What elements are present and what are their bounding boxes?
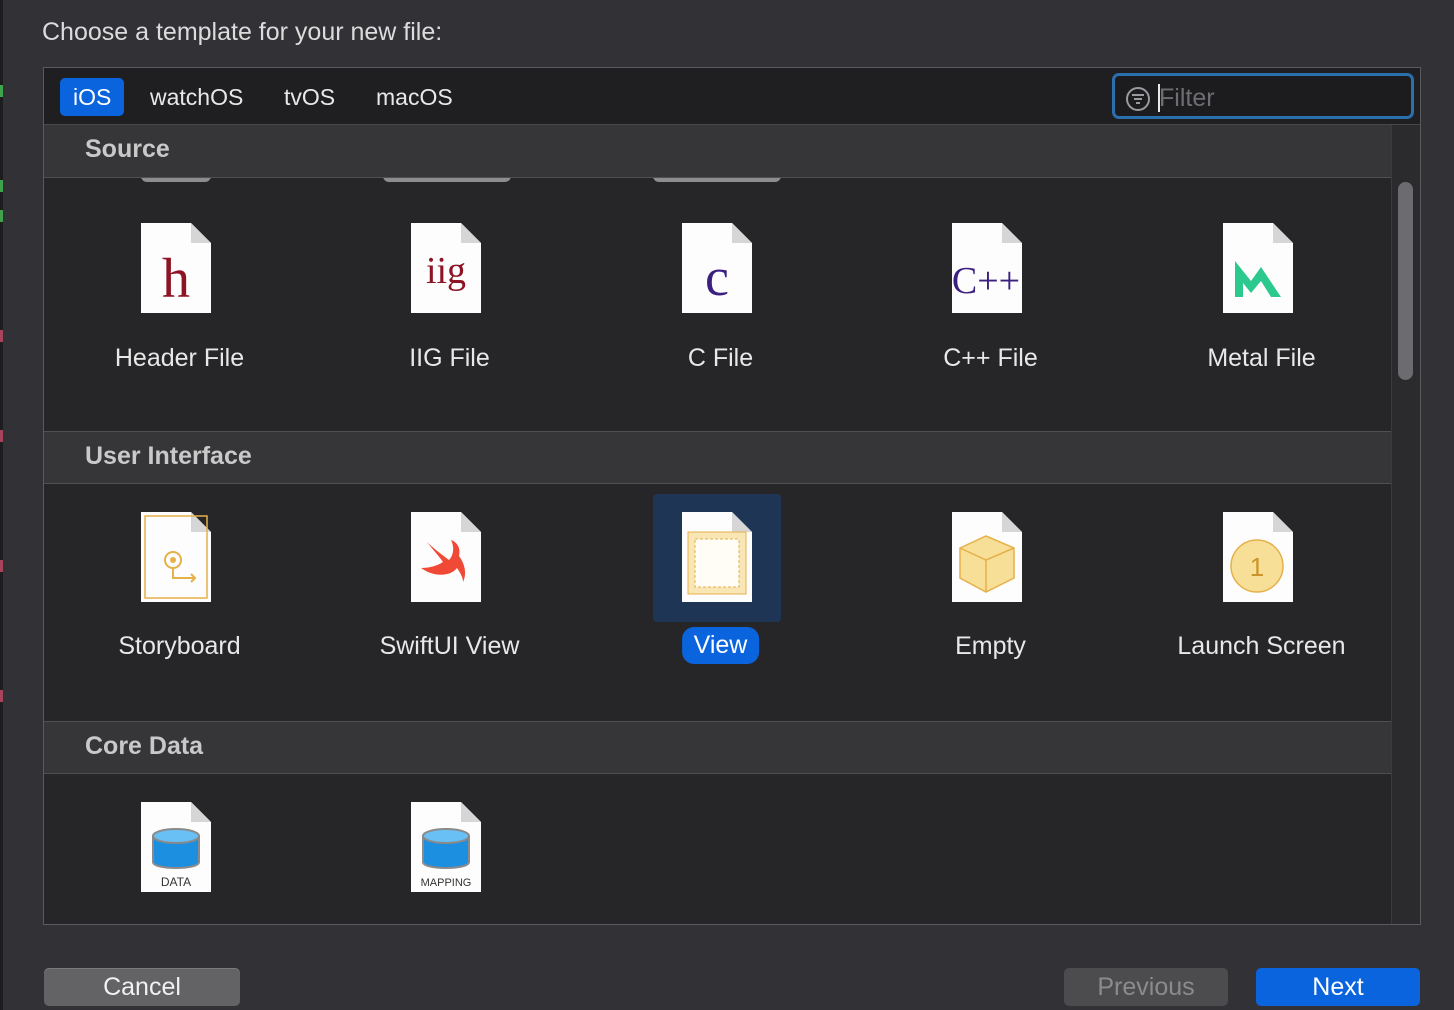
launch-screen-icon: 1 [1223, 512, 1293, 602]
scrollbar-thumb[interactable] [1398, 182, 1413, 380]
template-label: IIG File [409, 344, 490, 372]
tab-tvos[interactable]: tvOS [284, 78, 335, 116]
filter-input[interactable] [1157, 80, 1401, 116]
template-empty[interactable]: Empty [855, 484, 1126, 684]
svg-text:1: 1 [1250, 552, 1264, 582]
tab-macos[interactable]: macOS [376, 78, 453, 116]
filter-icon [1126, 87, 1150, 111]
template-iig-file[interactable]: iig IIG File [314, 184, 585, 384]
template-storyboard[interactable]: Storyboard [44, 484, 315, 684]
template-swiftui-view[interactable]: SwiftUI View [314, 484, 585, 684]
dialog-prompt: Choose a template for your new file: [42, 18, 443, 46]
template-mapping-model[interactable]: MAPPING [314, 774, 585, 924]
next-button[interactable]: Next [1256, 968, 1420, 1006]
template-view[interactable]: View [585, 484, 856, 684]
tab-ios[interactable]: iOS [60, 78, 125, 116]
tab-watchos[interactable]: watchOS [150, 78, 243, 116]
cube-icon [952, 512, 1022, 602]
svg-text:MAPPING: MAPPING [421, 877, 472, 889]
template-label: Empty [955, 632, 1026, 660]
section-header-source: Source [44, 125, 1391, 178]
template-label: Storyboard [118, 632, 241, 660]
filter-field[interactable] [1112, 73, 1414, 119]
view-icon [682, 512, 752, 602]
vertical-scrollbar[interactable] [1391, 125, 1420, 924]
template-label: C File [687, 344, 754, 372]
template-chooser: iOS watchOS tvOS macOS h Header File [43, 67, 1421, 925]
template-label: Launch Screen [1177, 632, 1346, 660]
svg-text:h: h [162, 248, 190, 310]
template-label: C++ File [943, 344, 1038, 372]
svg-text:iig: iig [426, 250, 466, 292]
template-list: h Header File iig IIG File c C File C++ … [44, 125, 1391, 924]
metal-file-icon [1223, 223, 1293, 313]
template-cpp-file[interactable]: C++ C++ File [855, 184, 1126, 384]
svg-text:C++: C++ [952, 260, 1020, 302]
template-data-model[interactable]: DATA [44, 774, 315, 924]
template-label: SwiftUI View [379, 632, 520, 660]
database-icon: DATA [141, 802, 211, 892]
section-header-core-data: Core Data [44, 721, 1391, 774]
previous-button[interactable]: Previous [1064, 968, 1228, 1006]
iig-file-icon: iig [411, 223, 481, 313]
section-title: Core Data [85, 732, 204, 760]
storyboard-icon [141, 512, 211, 602]
cpp-file-icon: C++ [952, 223, 1022, 313]
template-header-file[interactable]: h Header File [44, 184, 315, 384]
platform-bar: iOS watchOS tvOS macOS [44, 68, 1420, 125]
c-file-icon: c [682, 223, 752, 313]
cancel-button[interactable]: Cancel [44, 968, 240, 1006]
section-header-user-interface: User Interface [44, 431, 1391, 484]
template-c-file[interactable]: c C File [585, 184, 856, 384]
template-launch-screen[interactable]: 1 Launch Screen [1126, 484, 1391, 684]
template-label: Metal File [1207, 344, 1316, 372]
template-metal-file[interactable]: Metal File [1126, 184, 1391, 384]
svg-text:DATA: DATA [161, 875, 191, 889]
window-edge [0, 0, 3, 1010]
database-icon: MAPPING [411, 802, 481, 892]
svg-text:c: c [705, 247, 729, 307]
section-title: User Interface [85, 442, 252, 470]
header-file-icon: h [141, 223, 211, 313]
template-label: View [681, 627, 760, 664]
template-label: Header File [114, 344, 245, 372]
section-title: Source [85, 135, 170, 163]
swift-icon [411, 512, 481, 602]
